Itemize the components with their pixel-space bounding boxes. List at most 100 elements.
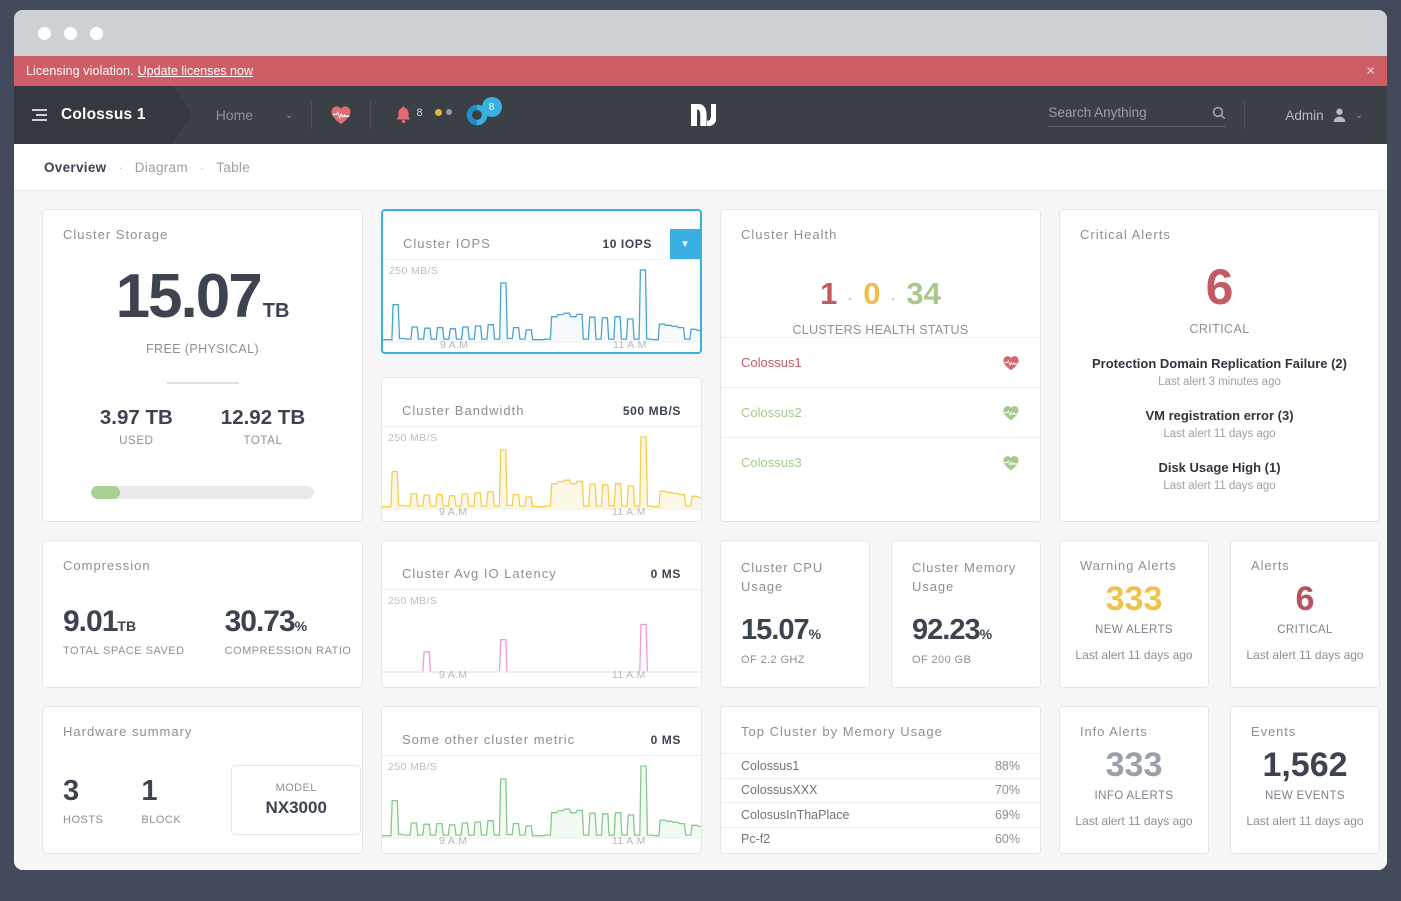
tab-table[interactable]: Table: [216, 160, 250, 175]
chart-latency: 250 MB/S 9 A.M 11 A.M: [382, 589, 701, 685]
chevron-down-icon[interactable]: ⌄: [285, 110, 293, 121]
card-critical-alerts[interactable]: Critical Alerts 6 CRITICAL Protection Do…: [1059, 209, 1380, 522]
card-other-metric[interactable]: Some other cluster metric 0 MS 250 MB/S …: [381, 706, 702, 854]
health-row[interactable]: Colossus2: [721, 387, 1040, 437]
user-menu[interactable]: Admin ⌄: [1285, 107, 1363, 123]
other-metric-value: 0 MS: [651, 733, 681, 747]
alert-item[interactable]: Protection Domain Replication Failure (2…: [1060, 356, 1379, 388]
compression-ratio-unit: %: [295, 618, 307, 634]
alert-time: Last alert 3 minutes ago: [1060, 376, 1379, 388]
card-cluster-health[interactable]: Cluster Health 1 · 0 · 34 CLUSTERS HEALT…: [720, 209, 1041, 522]
memory-value: 92.23: [912, 614, 980, 646]
critical-alerts-label: CRITICAL: [1060, 322, 1379, 336]
card-cluster-storage[interactable]: Cluster Storage 15.07TB FREE (PHYSICAL) …: [42, 209, 363, 522]
card-title: Events: [1231, 707, 1379, 739]
events-count: 1,562: [1231, 747, 1379, 784]
search-box[interactable]: [1048, 103, 1226, 127]
heart-pulse-icon[interactable]: [330, 105, 352, 125]
tab-separator: ·: [118, 160, 122, 175]
storage-usage-pair: 3.97 TB USED 12.92 TB TOTAL: [43, 406, 362, 447]
nav-divider-2: [370, 101, 371, 129]
tasks-progress[interactable]: 8: [466, 104, 502, 126]
compression-saved-label: TOTAL SPACE SAVED: [63, 645, 185, 657]
licensing-banner: Licensing violation. Update licenses now…: [14, 56, 1387, 86]
latency-current-value: 0 MS: [651, 567, 681, 581]
alerts-notification[interactable]: 8: [395, 105, 422, 125]
cluster-name: ColosusInThaPlace: [741, 808, 849, 822]
card-title: Some other cluster metric: [402, 732, 575, 747]
card-cluster-latency[interactable]: Cluster Avg IO Latency 0 MS 250 MB/S 9 A…: [381, 540, 702, 688]
alert-item[interactable]: VM registration error (3) Last alert 11 …: [1060, 408, 1379, 440]
alert-time: Last alert 11 days ago: [1060, 480, 1379, 492]
nav-status-icons: 8 8: [395, 104, 501, 126]
hosts-label: HOSTS: [63, 814, 103, 826]
banner-message: Licensing violation.: [26, 64, 134, 78]
blocks-value: 1: [141, 775, 181, 808]
update-licenses-link[interactable]: Update licenses now: [138, 64, 253, 78]
chart-header: Some other cluster metric 0 MS: [382, 707, 701, 755]
tasks-badge-count: 8: [482, 97, 502, 117]
card-alerts[interactable]: Alerts 6 CRITICAL Last alert 11 days ago: [1230, 540, 1380, 688]
heart-pulse-icon: [1002, 455, 1020, 471]
nutanix-n-logo: [684, 101, 718, 129]
health-row[interactable]: Colossus1: [721, 337, 1040, 387]
user-avatar-icon: [1332, 107, 1347, 123]
storage-meter: [91, 486, 314, 499]
search-input[interactable]: [1048, 105, 1188, 120]
card-events[interactable]: Events 1,562 NEW EVENTS Last alert 11 da…: [1230, 706, 1380, 854]
card-title: Cluster Health: [721, 210, 1040, 242]
close-icon[interactable]: ×: [1366, 64, 1375, 79]
chart-xtick-2: 11 A.M: [612, 506, 646, 518]
cluster-memory-pct: 70%: [995, 783, 1020, 797]
card-title: Cluster Avg IO Latency: [402, 566, 557, 581]
tab-overview[interactable]: Overview: [44, 160, 106, 175]
table-row[interactable]: ColosusInThaPlace 69%: [721, 802, 1040, 827]
window-dot-maximize[interactable]: [90, 27, 103, 40]
storage-free-block: 15.07TB FREE (PHYSICAL): [43, 266, 362, 356]
cluster-selector[interactable]: Colossus 1: [14, 86, 172, 144]
alerts-group-row2: Warning Alerts 333 NEW ALERTS Last alert…: [1059, 540, 1380, 688]
cluster-memory-pct: 88%: [995, 759, 1020, 773]
table-row[interactable]: Colossus1 88%: [721, 753, 1040, 778]
cluster-name: Colossus1: [741, 759, 799, 773]
compression-saved: 9.01TB TOTAL SPACE SAVED: [63, 605, 185, 657]
critical-alerts-count: 6: [1060, 262, 1379, 312]
card-cluster-iops[interactable]: Cluster IOPS 10 IOPS ▾ 250 MB/S 9 A.M 11…: [381, 209, 702, 354]
top-navigation: Colossus 1 Home ⌄ 8: [14, 86, 1387, 144]
app-window: Licensing violation. Update licenses now…: [14, 10, 1387, 870]
chevron-down-icon[interactable]: ▾: [670, 229, 700, 259]
table-row[interactable]: ColossusXXX 70%: [721, 778, 1040, 803]
table-row[interactable]: Pc-f2 60%: [721, 827, 1040, 852]
storage-free-unit: TB: [263, 300, 290, 322]
hamburger-icon[interactable]: [32, 109, 47, 121]
card-cluster-memory[interactable]: Cluster Memory Usage 92.23% OF 200 GB: [891, 540, 1041, 688]
card-warning-alerts[interactable]: Warning Alerts 333 NEW ALERTS Last alert…: [1059, 540, 1209, 688]
window-dot-close[interactable]: [38, 27, 51, 40]
chart-xtick-2: 11 A.M: [612, 835, 646, 847]
dot-grey-icon: [446, 109, 452, 115]
dashboard-grid: Cluster Storage 15.07TB FREE (PHYSICAL) …: [14, 191, 1387, 870]
tab-diagram[interactable]: Diagram: [135, 160, 188, 175]
card-info-alerts[interactable]: Info Alerts 333 INFO ALERTS Last alert 1…: [1059, 706, 1209, 854]
card-hardware-summary[interactable]: Hardware summary 3 HOSTS 1 BLOCK MODEL N…: [42, 706, 363, 854]
alert-item[interactable]: Disk Usage High (1) Last alert 11 days a…: [1060, 460, 1379, 492]
info-alerts-label: INFO ALERTS: [1060, 790, 1208, 802]
health-warning-count: 0: [863, 276, 880, 311]
warning-alerts-sub: Last alert 11 days ago: [1060, 648, 1208, 662]
window-dot-minimize[interactable]: [64, 27, 77, 40]
bell-badge-count: 8: [416, 107, 422, 119]
card-title: Critical Alerts: [1060, 210, 1379, 242]
chevron-down-icon[interactable]: ⌄: [1355, 110, 1363, 121]
card-compression[interactable]: Compression 9.01TB TOTAL SPACE SAVED 30.…: [42, 540, 363, 688]
chart-iops: 250 MB/S 9 A.M 11 A.M: [383, 259, 700, 354]
card-cluster-cpu[interactable]: Cluster CPU Usage 15.07% OF 2.2 GHZ: [720, 540, 870, 688]
card-title: Cluster CPU Usage: [721, 541, 869, 596]
card-top-cluster-memory[interactable]: Top Cluster by Memory Usage Colossus1 88…: [720, 706, 1041, 854]
compression-ratio-value: 30.73: [225, 605, 295, 638]
dot-yellow-icon: [435, 109, 442, 116]
card-cluster-bandwidth[interactable]: Cluster Bandwidth 500 MB/S 250 MB/S 9 A.…: [381, 377, 702, 522]
health-row[interactable]: Colossus3: [721, 437, 1040, 487]
home-menu[interactable]: Home ⌄: [216, 107, 294, 123]
chart-header: Cluster Bandwidth 500 MB/S: [382, 378, 701, 426]
chart-xtick-2: 11 A.M: [613, 339, 647, 351]
